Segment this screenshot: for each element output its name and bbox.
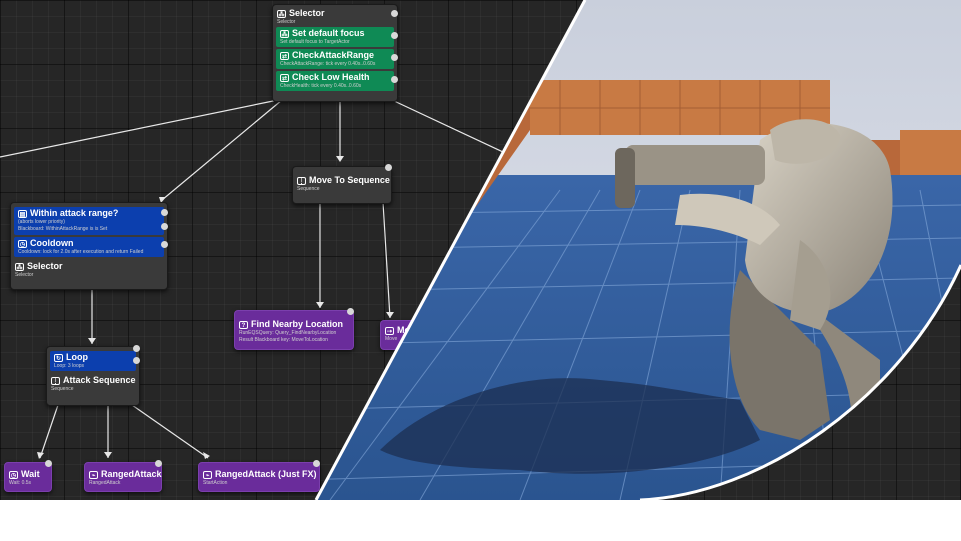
game-viewport[interactable] xyxy=(0,0,961,541)
screenshot: ⁂ Selector Selector ⁂ Set default focus Se… xyxy=(0,0,961,541)
